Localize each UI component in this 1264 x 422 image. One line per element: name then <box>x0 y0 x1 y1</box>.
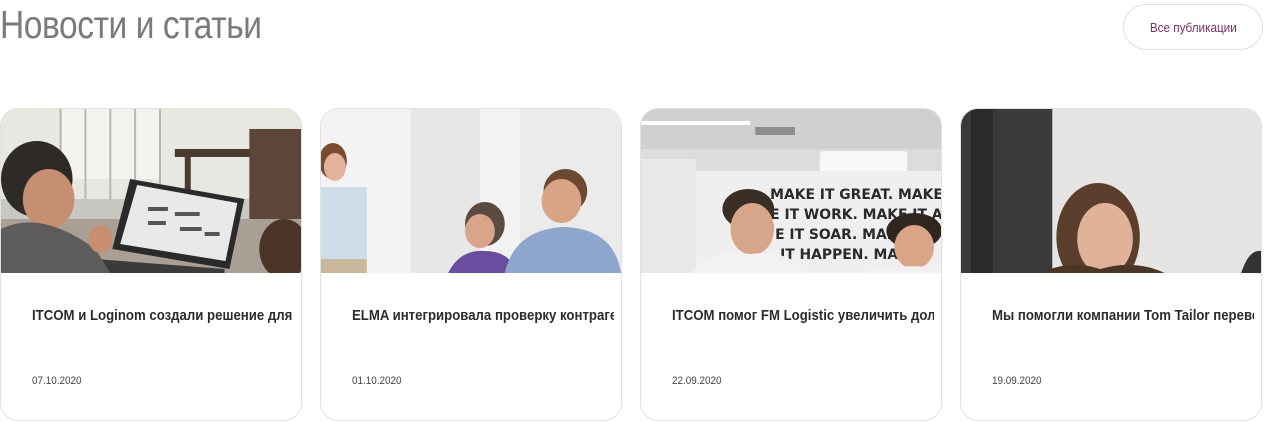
all-publications-button[interactable]: Все публикации <box>1123 4 1263 50</box>
news-card-date: 07.10.2020 <box>32 375 82 387</box>
news-card-heading: ITCOM и Loginom создали решение для углу… <box>32 307 294 324</box>
news-card-heading: Мы помогли компании Tom Tailor перевести… <box>992 307 1254 324</box>
news-card-image: MAKE IT GREAT. MAKE IT B E IT WORK. MAKE… <box>641 109 941 273</box>
news-card-date: 22.09.2020 <box>672 375 722 387</box>
news-card-image <box>321 109 621 273</box>
news-card[interactable]: Мы помогли компании Tom Tailor перевести… <box>960 108 1262 421</box>
news-card-image <box>961 109 1261 273</box>
wall-text-line: IT HAPPEN. MAK <box>780 247 910 263</box>
news-card-heading: ELMA интегрировала проверку контрагентов… <box>352 307 614 324</box>
news-card-image <box>1 109 301 273</box>
news-card[interactable]: MAKE IT GREAT. MAKE IT B E IT WORK. MAKE… <box>640 108 942 421</box>
news-card-date: 01.10.2020 <box>352 375 402 387</box>
news-card-date: 19.09.2020 <box>992 375 1042 387</box>
news-card[interactable]: ELMA интегрировала проверку контрагентов… <box>320 108 622 421</box>
news-card[interactable]: ITCOM и Loginom создали решение для углу… <box>0 108 302 421</box>
news-card-heading: ITCOM помог FM Logistic увеличить долю э… <box>672 307 934 324</box>
wall-text-line: MAKE IT GREAT. MAKE IT B <box>770 187 941 203</box>
all-publications-label: Все публикации <box>1149 19 1237 35</box>
section-title: Новости и статьи <box>0 4 262 47</box>
